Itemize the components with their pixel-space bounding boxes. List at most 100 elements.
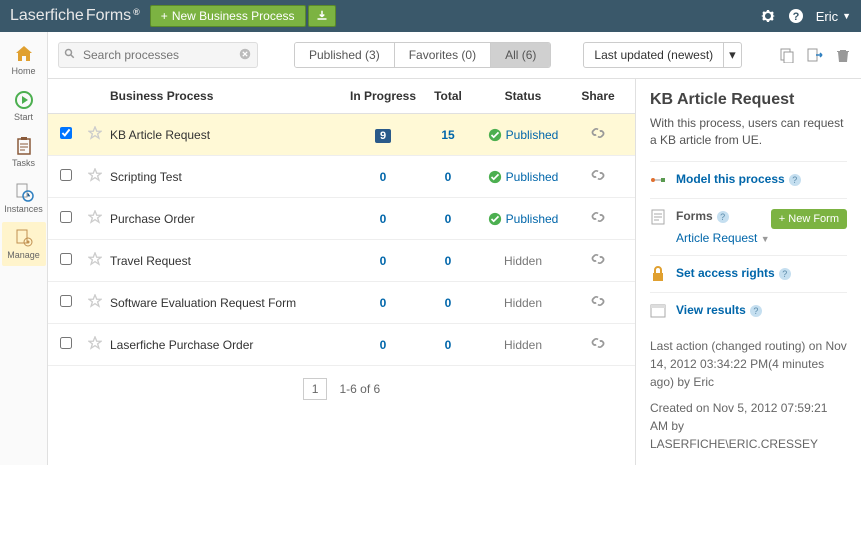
status-text[interactable]: Published bbox=[506, 170, 559, 184]
process-name: Laserfiche Purchase Order bbox=[110, 338, 343, 352]
top-bar: LaserficheForms® + New Business Process … bbox=[0, 0, 861, 32]
chevron-down-icon: ▾ bbox=[723, 43, 741, 67]
process-name: KB Article Request bbox=[110, 128, 343, 142]
access-rights-link[interactable]: Set access rights bbox=[676, 266, 775, 280]
col-name: Business Process bbox=[110, 89, 343, 103]
nav-instances[interactable]: Instances bbox=[2, 176, 46, 220]
lock-icon bbox=[650, 266, 666, 282]
table-row[interactable]: KB Article Request 9 15 Published bbox=[48, 114, 635, 156]
progress-badge[interactable]: 9 bbox=[375, 129, 391, 143]
star-icon[interactable] bbox=[88, 126, 102, 140]
progress-count[interactable]: 0 bbox=[380, 338, 387, 352]
status-text[interactable]: Published bbox=[506, 128, 559, 142]
total-count[interactable]: 0 bbox=[445, 254, 452, 268]
forms-icon bbox=[650, 209, 666, 225]
search-input[interactable] bbox=[58, 42, 258, 68]
total-count[interactable]: 0 bbox=[445, 296, 452, 310]
forms-heading: Forms bbox=[676, 209, 713, 223]
new-form-button[interactable]: + New Form bbox=[771, 209, 847, 229]
share-icon[interactable] bbox=[591, 168, 605, 182]
details-panel: KB Article Request With this process, us… bbox=[636, 79, 861, 465]
tab-published[interactable]: Published (3) bbox=[295, 43, 395, 67]
user-name: Eric bbox=[816, 9, 838, 24]
download-icon bbox=[316, 10, 328, 22]
trash-icon[interactable] bbox=[835, 47, 851, 63]
process-name: Scripting Test bbox=[110, 170, 343, 184]
table-row[interactable]: Scripting Test 0 0 Published bbox=[48, 156, 635, 198]
nav-home[interactable]: Home bbox=[2, 38, 46, 82]
copy-icon[interactable] bbox=[779, 47, 795, 63]
share-icon[interactable] bbox=[591, 336, 605, 350]
progress-count[interactable]: 0 bbox=[380, 170, 387, 184]
page-number[interactable]: 1 bbox=[303, 378, 328, 400]
row-checkbox[interactable] bbox=[60, 127, 72, 139]
nav-label: Home bbox=[11, 66, 35, 76]
status-text[interactable]: Hidden bbox=[504, 254, 542, 268]
gear-icon[interactable] bbox=[760, 8, 776, 24]
help-icon[interactable]: ? bbox=[789, 174, 801, 186]
view-results-link[interactable]: View results bbox=[676, 303, 746, 317]
progress-count[interactable]: 0 bbox=[380, 254, 387, 268]
status-text[interactable]: Hidden bbox=[504, 296, 542, 310]
results-icon bbox=[650, 303, 666, 319]
row-checkbox[interactable] bbox=[60, 253, 72, 265]
model-icon bbox=[650, 172, 666, 188]
help-icon[interactable]: ? bbox=[717, 211, 729, 223]
nav-start[interactable]: Start bbox=[2, 84, 46, 128]
export-icon[interactable] bbox=[807, 47, 823, 63]
total-count[interactable]: 0 bbox=[445, 212, 452, 226]
help-icon[interactable]: ? bbox=[779, 268, 791, 280]
star-icon[interactable] bbox=[88, 294, 102, 308]
row-checkbox[interactable] bbox=[60, 295, 72, 307]
help-icon[interactable]: ? bbox=[750, 305, 762, 317]
details-title: KB Article Request bbox=[650, 91, 847, 109]
chevron-down-icon: ▼ bbox=[761, 234, 770, 244]
total-count[interactable]: 15 bbox=[441, 128, 454, 142]
progress-count[interactable]: 0 bbox=[380, 212, 387, 226]
chevron-down-icon: ▼ bbox=[842, 11, 851, 21]
table-row[interactable]: Travel Request 0 0 Hidden bbox=[48, 240, 635, 282]
nav-manage[interactable]: Manage bbox=[2, 222, 46, 266]
col-total: Total bbox=[423, 89, 473, 103]
row-checkbox[interactable] bbox=[60, 337, 72, 349]
table-row[interactable]: Laserfiche Purchase Order 0 0 Hidden bbox=[48, 324, 635, 366]
toolbar: Published (3) Favorites (0) All (6) Last… bbox=[48, 32, 861, 79]
share-icon[interactable] bbox=[591, 252, 605, 266]
status-text[interactable]: Hidden bbox=[504, 338, 542, 352]
nav-label: Instances bbox=[4, 204, 43, 214]
download-button[interactable] bbox=[308, 5, 336, 27]
nav-tasks[interactable]: Tasks bbox=[2, 130, 46, 174]
clear-icon[interactable] bbox=[238, 47, 252, 61]
col-status: Status bbox=[473, 89, 573, 103]
user-menu[interactable]: Eric ▼ bbox=[816, 9, 851, 24]
check-ok-icon bbox=[488, 170, 502, 184]
new-business-process-button[interactable]: + New Business Process bbox=[150, 5, 306, 27]
row-checkbox[interactable] bbox=[60, 169, 72, 181]
table-row[interactable]: Purchase Order 0 0 Published bbox=[48, 198, 635, 240]
home-icon bbox=[14, 44, 34, 64]
star-icon[interactable] bbox=[88, 252, 102, 266]
row-checkbox[interactable] bbox=[60, 211, 72, 223]
share-icon[interactable] bbox=[591, 210, 605, 224]
check-ok-icon bbox=[488, 212, 502, 226]
progress-count[interactable]: 0 bbox=[380, 296, 387, 310]
help-icon[interactable]: ? bbox=[788, 8, 804, 24]
plus-icon: + bbox=[161, 9, 168, 23]
form-link[interactable]: Article Request ▼ bbox=[676, 231, 847, 245]
star-icon[interactable] bbox=[88, 336, 102, 350]
total-count[interactable]: 0 bbox=[445, 170, 452, 184]
star-icon[interactable] bbox=[88, 168, 102, 182]
share-icon[interactable] bbox=[591, 294, 605, 308]
model-process-link[interactable]: Model this process bbox=[676, 172, 785, 186]
process-table: Business Process In Progress Total Statu… bbox=[48, 79, 636, 465]
sort-dropdown[interactable]: Last updated (newest) ▾ bbox=[583, 42, 741, 68]
nav-label: Manage bbox=[7, 250, 40, 260]
process-name: Purchase Order bbox=[110, 212, 343, 226]
star-icon[interactable] bbox=[88, 210, 102, 224]
tab-favorites[interactable]: Favorites (0) bbox=[395, 43, 491, 67]
total-count[interactable]: 0 bbox=[445, 338, 452, 352]
status-text[interactable]: Published bbox=[506, 212, 559, 226]
table-row[interactable]: Software Evaluation Request Form 0 0 Hid… bbox=[48, 282, 635, 324]
share-icon[interactable] bbox=[591, 126, 605, 140]
tab-all[interactable]: All (6) bbox=[491, 43, 550, 67]
